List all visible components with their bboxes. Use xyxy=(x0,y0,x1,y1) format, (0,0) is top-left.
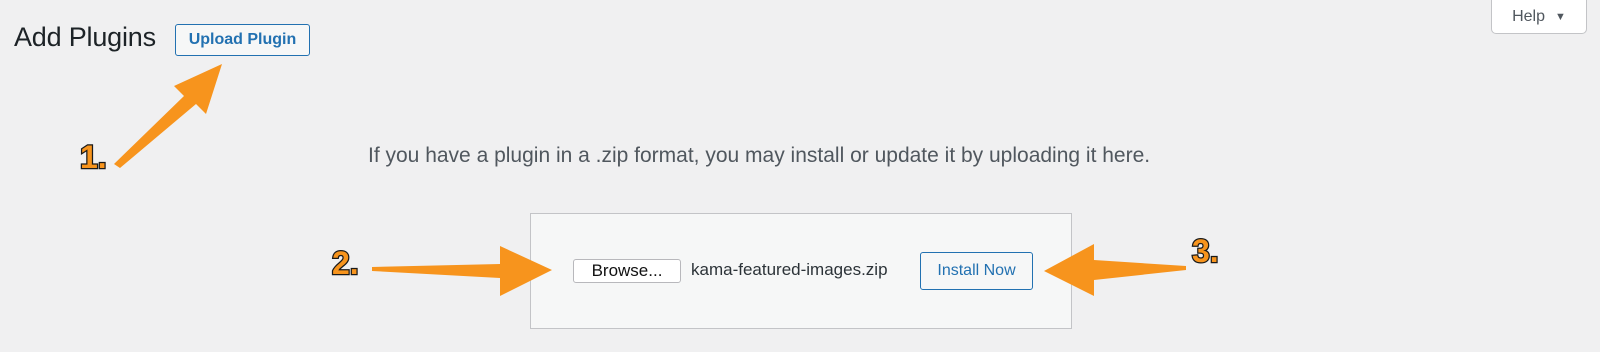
help-label: Help xyxy=(1512,7,1545,25)
annotation-arrow-2 xyxy=(372,246,552,296)
browse-button[interactable]: Browse... xyxy=(573,259,681,283)
annotation-step-3: 3. xyxy=(1192,233,1219,269)
annotation-arrow-1 xyxy=(114,64,222,168)
caret-down-icon: ▼ xyxy=(1555,10,1566,23)
upload-instructions: If you have a plugin in a .zip format, y… xyxy=(368,144,1151,167)
page-title: Add Plugins xyxy=(14,22,156,52)
upload-plugin-button[interactable]: Upload Plugin xyxy=(175,24,310,56)
annotation-step-1: 1. xyxy=(80,139,107,175)
help-button[interactable]: Help ▼ xyxy=(1491,0,1587,34)
selected-file-name: kama-featured-images.zip xyxy=(691,260,888,279)
install-now-button[interactable]: Install Now xyxy=(920,252,1033,290)
annotation-step-2: 2. xyxy=(332,245,359,281)
